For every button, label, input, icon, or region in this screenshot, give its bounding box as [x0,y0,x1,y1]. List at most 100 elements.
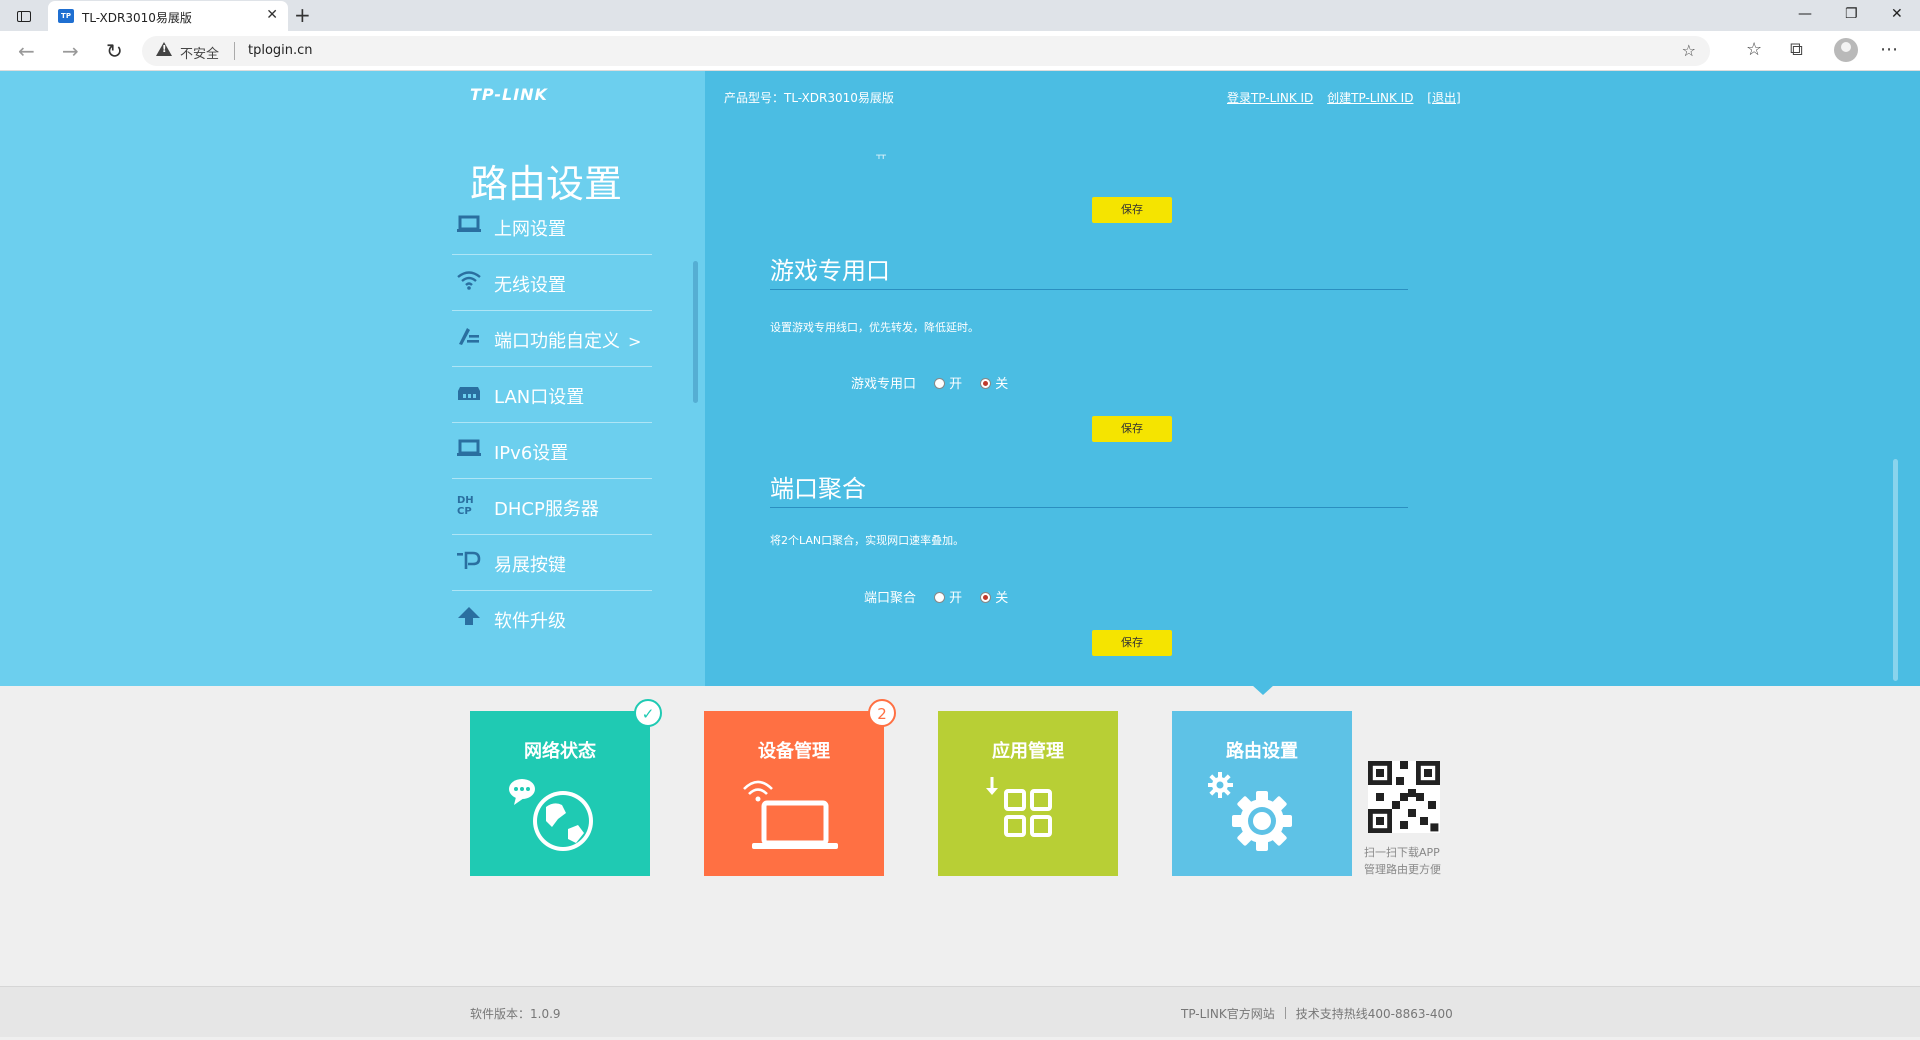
save-button[interactable]: 保存 [1092,197,1172,223]
sidebar-item-easymesh[interactable]: 易展按键 [452,535,652,591]
browser-toolbar: ← → ↻ 不安全 tplogin.cn ☆ ☆ ⧉ ⋯ [0,31,1920,71]
support-hotline: 技术支持热线400-8863-400 [1295,1007,1453,1021]
sidebar-item-port-custom[interactable]: 端口功能自定义 > [452,311,652,367]
router-admin-page: TP-LINK 路由设置 上网设置 无线设置 端口功能自定义> LAN口设置 [0,71,1920,1040]
tile-label: 路由设置 [1226,741,1298,762]
url-text[interactable]: tplogin.cn [248,43,313,58]
content-scrollbar[interactable] [1893,459,1898,681]
link-aggregation-description: 将2个LAN口聚合，实现网口速率叠加。 [770,534,965,547]
tile-app-management[interactable]: 应用管理 [938,711,1118,876]
back-arrow-icon[interactable]: ← [18,39,35,63]
sidebar-item-label: 端口功能自定义 > [494,331,642,352]
field-label: 端口聚合 [863,591,916,606]
wifi-icon [456,269,482,291]
sidebar-item-ipv6[interactable]: IPv6设置 [452,423,652,479]
sidebar-menu: 上网设置 无线设置 端口功能自定义 > LAN口设置 IPv6设置 DH CP … [452,199,652,647]
divider [1284,1007,1286,1019]
apps-grid-icon [986,777,1052,837]
browser-tab-bar: TP TL-XDR3010易展版 ✕ + — ❐ ✕ [0,0,1920,32]
more-options-icon[interactable]: ⋯ [1880,39,1898,60]
sidebar-item-label: 软件升级 [494,611,566,632]
divider [770,289,1408,290]
sidebar-item-label: DHCP服务器 [494,499,599,520]
link-aggregation-radio-group: 端口聚合 开 关 [846,587,1022,606]
lan-icon [456,381,482,403]
game-port-title: 游戏专用口 [770,257,890,285]
sidebar-item-label: 易展按键 [494,555,566,576]
close-tab-icon[interactable]: ✕ [266,7,278,23]
tile-label: 网络状态 [524,741,596,762]
game-port-description: 设置游戏专用线口，优先转发，降低延时。 [770,321,979,334]
footer-links: TP-LINK官方网站 技术支持热线400-8863-400 [1181,1005,1453,1022]
count-badge: 2 [868,699,896,727]
warning-icon[interactable] [156,42,172,56]
tp-link-logo: TP-LINK [470,85,548,104]
divider [234,42,235,60]
refresh-icon[interactable]: ↻ [106,39,123,63]
settings-content: 开 保存 游戏专用口 设置游戏专用线口，优先转发，降低延时。 游戏专用口 开 关… [770,71,1410,686]
save-button[interactable]: 保存 [1092,416,1172,442]
add-favorite-icon[interactable]: ☆ [1682,41,1696,60]
sidebar-scrollbar[interactable] [693,261,698,403]
radio-button[interactable] [934,378,946,389]
radio-option-off[interactable]: 关 [980,377,1008,392]
footer: 软件版本：1.0.9 TP-LINK官方网站 技术支持热线400-8863-400 [0,986,1920,1037]
radio-option-on[interactable]: 开 [934,591,962,606]
svg-text:CP: CP [457,506,472,515]
browser-tab[interactable]: TP TL-XDR3010易展版 ✕ [48,1,288,32]
globe-chat-icon [509,779,593,851]
favorites-icon[interactable]: ☆ [1746,39,1762,60]
sidebar-item-upgrade[interactable]: 软件升级 [452,591,652,647]
tp-link-favicon-icon: TP [58,9,74,23]
active-tile-pointer [1252,685,1274,695]
check-badge-icon: ✓ [634,699,662,727]
sidebar-item-label: IPv6设置 [494,443,569,464]
sidebar-item-label: LAN口设置 [494,387,585,408]
laptop-icon [456,437,482,459]
radio-button-checked[interactable] [980,378,992,389]
collections-icon[interactable]: ⧉ [1790,39,1803,60]
software-version: 软件版本：1.0.9 [470,1007,561,1021]
restore-icon[interactable]: ❐ [1845,6,1858,22]
tile-label: 应用管理 [992,741,1064,762]
tab-actions-button[interactable] [12,6,36,26]
easymesh-icon [456,549,482,571]
tile-router-settings[interactable]: 路由设置 [1172,711,1352,876]
tile-device-management[interactable]: 设备管理 2 [704,699,896,876]
tab-title: TL-XDR3010易展版 [82,11,192,25]
address-bar[interactable]: 不安全 tplogin.cn ☆ [142,36,1710,66]
dhcp-icon: DH CP [456,493,482,517]
sidebar-item-label: 无线设置 [494,275,566,296]
qr-code-image [1368,761,1440,833]
clipped-radio-row: 开 [875,151,887,159]
sidebar-item-dhcp[interactable]: DH CP DHCP服务器 [452,479,652,535]
radio-button-checked[interactable] [980,592,992,603]
tile-label: 设备管理 [758,741,830,762]
gears-icon [1208,772,1292,851]
upload-arrow-icon [456,605,482,627]
profile-avatar[interactable] [1834,38,1858,62]
divider [770,507,1408,508]
radio-button[interactable] [934,592,946,603]
sidebar-item-internet[interactable]: 上网设置 [452,199,652,255]
tile-network-status[interactable]: 网络状态 ✓ [470,699,662,876]
radio-option-on[interactable]: 开 [934,377,962,392]
save-button[interactable]: 保存 [1092,630,1172,656]
game-port-radio-group: 游戏专用口 开 关 [846,373,1022,392]
official-site-link[interactable]: TP-LINK官方网站 [1181,1007,1275,1021]
sidebar-item-wireless[interactable]: 无线设置 [452,255,652,311]
logout-link[interactable]: [退出] [1427,91,1460,105]
new-tab-icon[interactable]: + [294,4,311,26]
sidebar-item-lan[interactable]: LAN口设置 [452,367,652,423]
field-label: 游戏专用口 [850,377,916,392]
security-label[interactable]: 不安全 [180,43,219,62]
sidebar-item-label: 上网设置 [494,219,566,240]
radio-label: 开 [875,153,887,159]
window-close-icon[interactable]: ✕ [1891,6,1903,22]
minimize-icon[interactable]: — [1798,6,1812,22]
radio-option-off[interactable]: 关 [980,591,1008,606]
qr-caption: 扫一扫下载APP 管理路由更方便 [1364,846,1441,876]
link-aggregation-title: 端口聚合 [770,475,866,503]
forward-arrow-icon[interactable]: → [62,39,79,63]
chevron-right-icon: > [628,332,642,351]
